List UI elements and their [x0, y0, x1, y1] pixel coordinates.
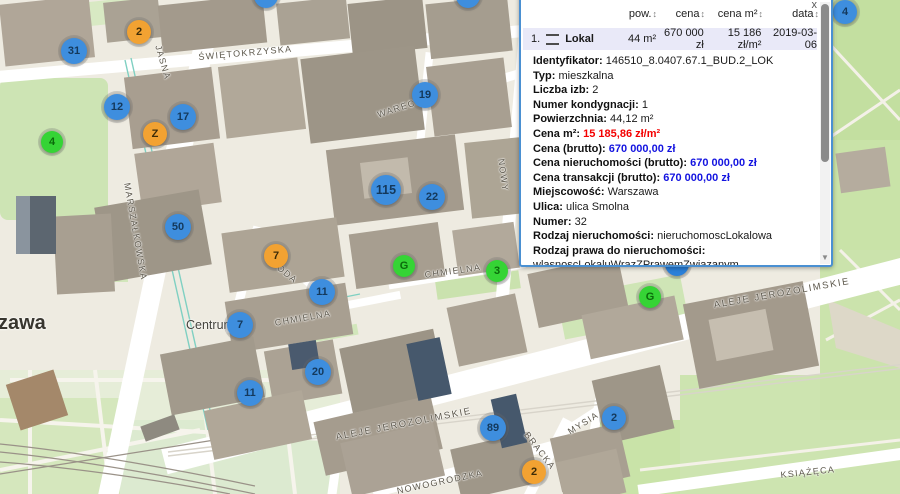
map-marker[interactable]: G: [393, 255, 415, 277]
map-marker[interactable]: 20: [305, 359, 331, 385]
row-cena: 670 000 zł: [656, 27, 704, 51]
column-header-data[interactable]: data↕: [763, 8, 819, 20]
sort-icon[interactable]: ↕: [815, 9, 820, 19]
map-marker[interactable]: 2: [522, 460, 546, 484]
scroll-down-arrow-icon[interactable]: ▼: [820, 252, 830, 264]
map-marker[interactable]: 31: [61, 38, 87, 64]
detail-line: Numer: 32: [533, 215, 807, 230]
detail-line: Rodzaj nieruchomości: nieruchomoscLokalo…: [533, 229, 807, 244]
detail-line: Powierzchnia: 44,12 m²: [533, 112, 807, 127]
detail-line: Miejscowość: Warszawa: [533, 185, 807, 200]
map-marker[interactable]: 11: [309, 279, 335, 305]
detail-line: Cena nieruchomości (brutto): 670 000,00 …: [533, 156, 807, 171]
map-marker[interactable]: 50: [165, 214, 191, 240]
map-marker[interactable]: 2: [127, 20, 151, 44]
map-marker[interactable]: 89: [480, 415, 506, 441]
row-pow: 44 m²: [604, 33, 656, 45]
detail-line: Liczba izb: 2: [533, 83, 807, 98]
map-marker[interactable]: 3: [486, 260, 508, 282]
map-marker[interactable]: 12: [104, 94, 130, 120]
map-marker[interactable]: 4: [833, 0, 857, 24]
detail-line: Cena m²: 15 185,86 zł/m²: [533, 127, 807, 142]
row-data: 2019-03-06: [761, 27, 817, 51]
map-marker[interactable]: G: [639, 286, 661, 308]
detail-line: Numer kondygnacji: 1: [533, 98, 807, 113]
map-marker[interactable]: 19: [412, 82, 438, 108]
result-row[interactable]: 1. Lokal 44 m² 670 000 zł 15 186 zł/m² 2…: [523, 28, 817, 50]
map-marker[interactable]: 7: [264, 244, 288, 268]
map-marker[interactable]: 22: [419, 184, 445, 210]
map-marker[interactable]: 115: [371, 175, 401, 205]
detail-line: Cena (brutto): 670 000,00 zł: [533, 142, 807, 157]
column-header-pow[interactable]: pow.↕: [605, 8, 657, 20]
city-label: zawa: [0, 312, 46, 335]
map-marker[interactable]: 2: [602, 406, 626, 430]
column-header-cena-m2[interactable]: cena m²↕: [705, 8, 763, 20]
popup-scrollbar[interactable]: ▼: [820, 2, 830, 264]
map-viewport[interactable]: ŚWIĘTOKRZYSKA JASNA WARECKA MARSZAŁKOWSK…: [0, 0, 900, 494]
map-marker[interactable]: 4: [41, 131, 63, 153]
row-name: Lokal: [565, 33, 594, 45]
detail-line: Ulica: ulica Smolna: [533, 200, 807, 215]
detail-line: Rodzaj prawa do nieruchomości: wlasnoscL…: [533, 244, 807, 265]
detail-line: Typ: mieszkalna: [533, 69, 807, 84]
detail-line: Cena transakcji (brutto): 670 000,00 zł: [533, 171, 807, 186]
map-marker[interactable]: 17: [170, 104, 196, 130]
column-header-cena[interactable]: cena↕: [657, 8, 705, 20]
row-cena-m2: 15 186 zł/m²: [704, 27, 762, 51]
popup-content: pow.↕ cena↕ cena m²↕ data↕ 1. Lokal 44 m…: [521, 4, 819, 265]
row-index: 1.: [531, 33, 540, 45]
map-marker[interactable]: 11: [237, 380, 263, 406]
results-table-header: pow.↕ cena↕ cena m²↕ data↕: [521, 4, 819, 24]
map-marker[interactable]: 7: [227, 312, 253, 338]
detail-line: Identyfikator: 146510_8.0407.67.1_BUD.2_…: [533, 54, 807, 69]
feature-popup: x pow.↕ cena↕ cena m²↕ data↕ 1. Lokal 44…: [519, 0, 833, 267]
map-marker[interactable]: Z: [143, 122, 167, 146]
feature-details: Identyfikator: 146510_8.0407.67.1_BUD.2_…: [533, 54, 807, 265]
scrollbar-thumb[interactable]: [821, 4, 829, 162]
list-icon: [546, 34, 559, 45]
